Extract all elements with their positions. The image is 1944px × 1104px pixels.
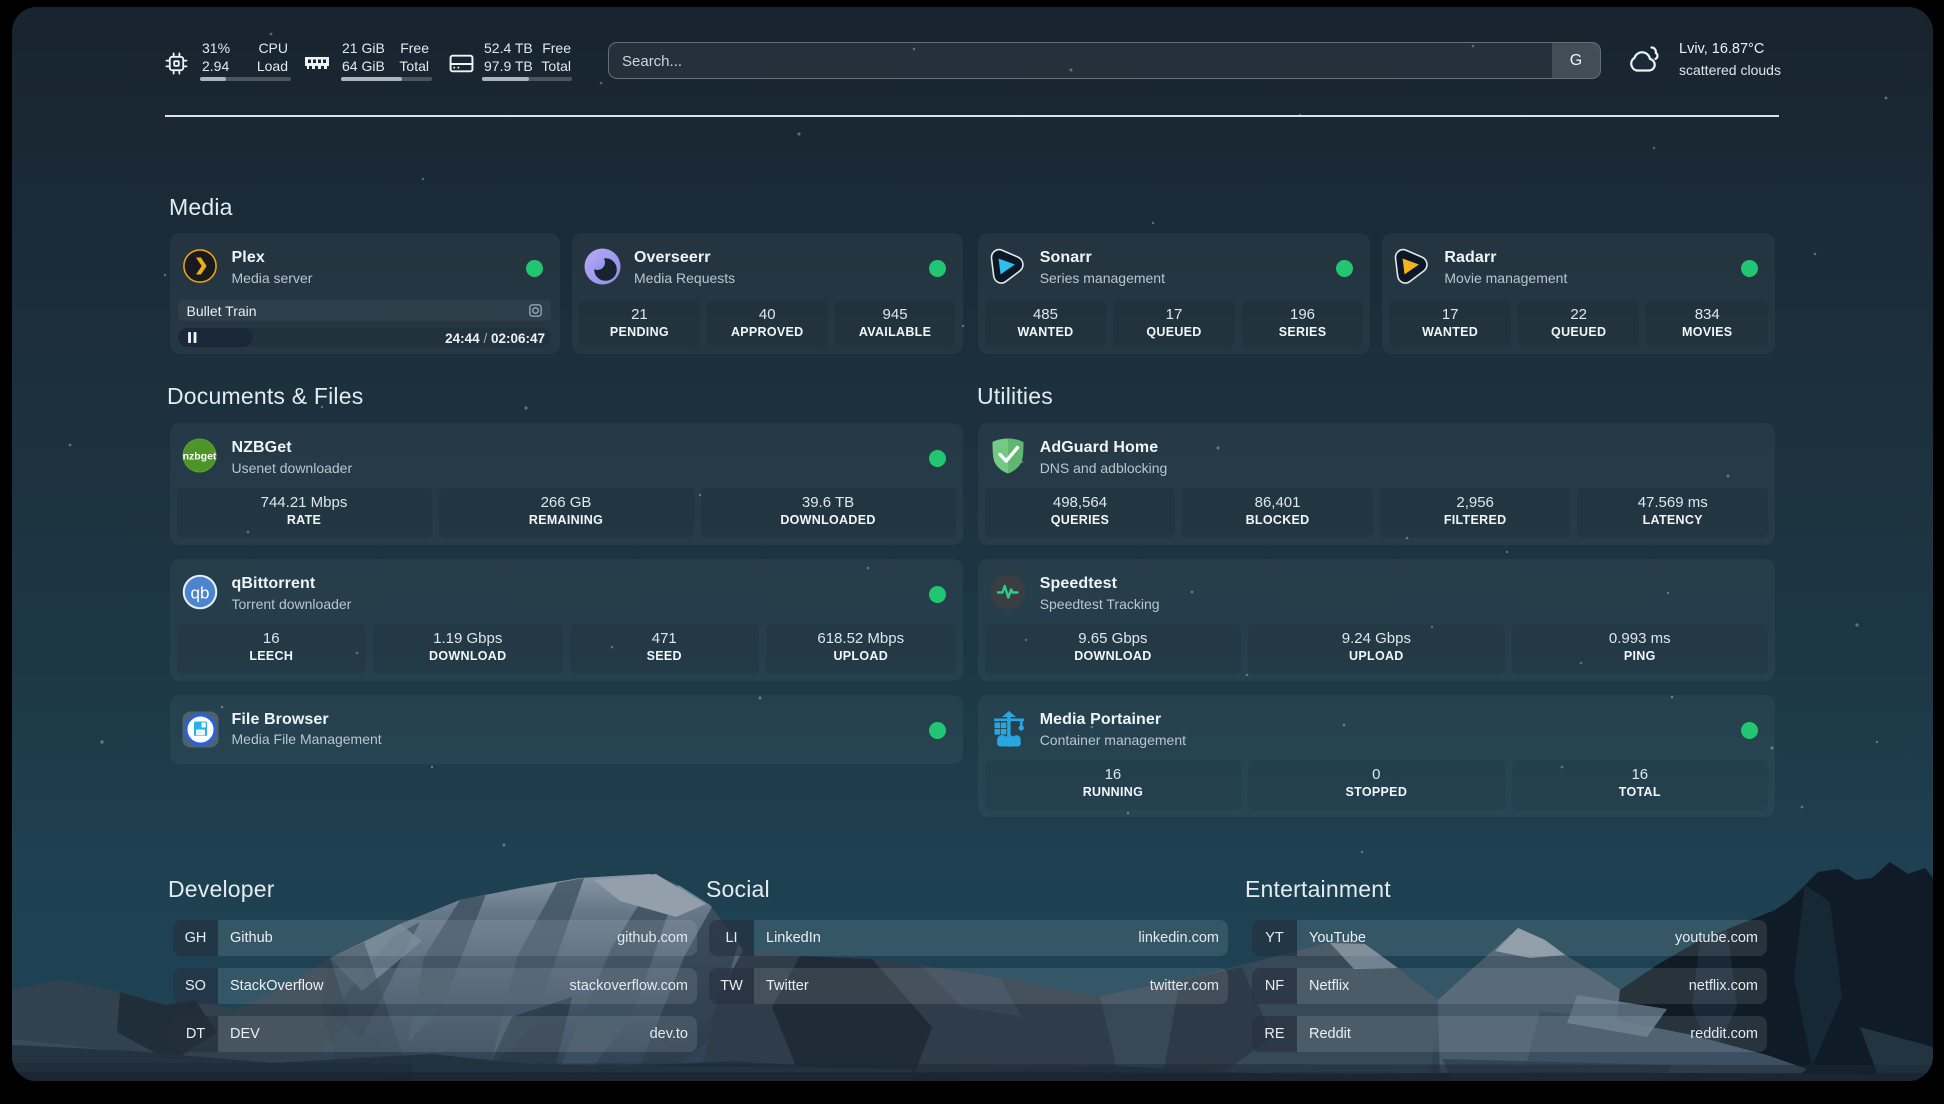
svg-text:nzbget: nzbget — [182, 451, 216, 463]
svg-text:qb: qb — [190, 584, 209, 603]
